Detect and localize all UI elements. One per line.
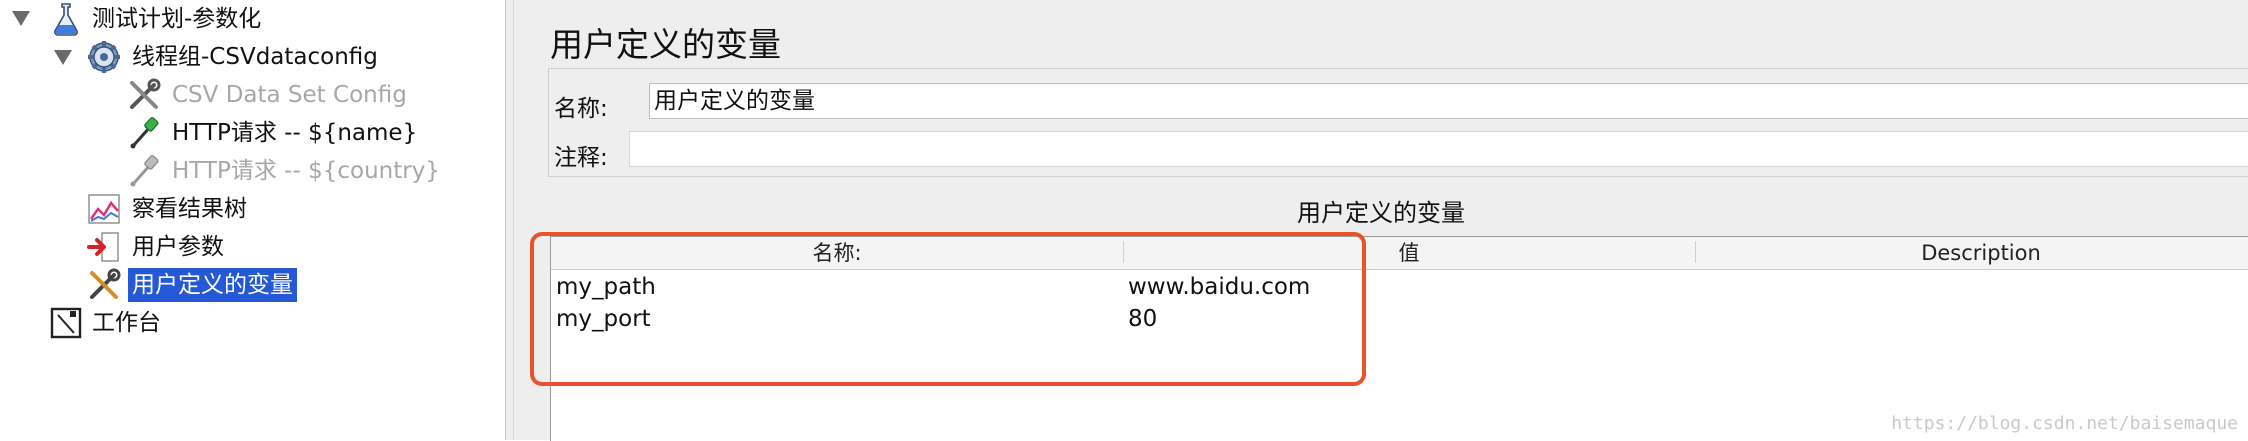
tree-item-csv-data-set-config[interactable]: CSV Data Set Config: [172, 78, 407, 112]
collapse-toggle-test-plan[interactable]: [12, 11, 30, 26]
comment-label: 注释:: [554, 145, 608, 171]
column-header-description[interactable]: Description: [1695, 237, 2248, 269]
table-caption: 用户定义的变量: [1297, 199, 1465, 227]
tree-item-view-results-tree[interactable]: 察看结果树: [132, 192, 247, 226]
comment-field[interactable]: [629, 131, 2248, 167]
tree-item-thread-group[interactable]: 线程组-CSVdataconfig: [132, 40, 378, 74]
pipette-icon: [126, 115, 162, 151]
arrow-in-icon: [86, 229, 122, 265]
pipette-icon: [126, 153, 162, 189]
tree-item-user-defined-variables[interactable]: 用户定义的变量: [128, 268, 297, 302]
panel-splitter[interactable]: [505, 0, 514, 440]
tree-item-http-request-country[interactable]: HTTP请求 -- ${country}: [172, 154, 440, 188]
collapse-toggle-thread-group[interactable]: [54, 50, 72, 65]
annotation-highlight-box: [530, 232, 1366, 386]
name-comment-group: 名称: 用户定义的变量 注释:: [548, 68, 2248, 177]
tree-item-test-plan[interactable]: 测试计划-参数化: [92, 2, 261, 36]
test-plan-tree: 测试计划-参数化 线程组-CSVdataconfig CSV Data Set …: [0, 0, 505, 440]
workbench-icon: [48, 305, 84, 341]
wrench-screwdriver-icon: [86, 267, 122, 303]
flask-icon: [48, 1, 84, 37]
tree-item-http-request-name[interactable]: HTTP请求 -- ${name}: [172, 116, 417, 150]
watermark: https://blog.csdn.net/baisemaque: [1891, 413, 2238, 434]
tree-item-user-parameters[interactable]: 用户参数: [132, 230, 224, 264]
tree-item-workbench[interactable]: 工作台: [92, 306, 161, 340]
gear-icon: [86, 39, 122, 75]
chart-icon: [86, 191, 122, 227]
page-title: 用户定义的变量: [550, 25, 781, 64]
name-label: 名称:: [554, 96, 608, 122]
name-field[interactable]: 用户定义的变量: [649, 83, 2248, 119]
wrench-screwdriver-icon: [126, 77, 162, 113]
